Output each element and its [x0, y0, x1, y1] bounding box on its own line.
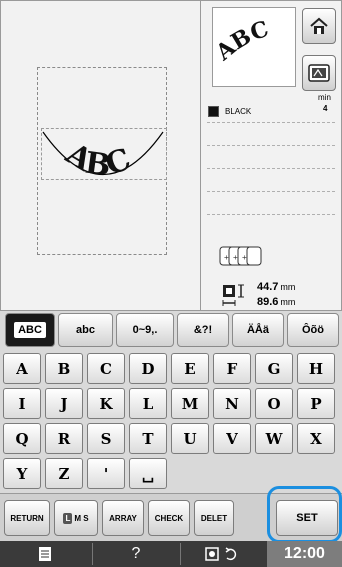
tab-uppercase[interactable]: ABC — [5, 313, 55, 347]
design-size-icon — [222, 284, 244, 306]
key-u[interactable]: U — [171, 423, 209, 454]
key-b[interactable]: B — [45, 353, 83, 384]
lms-size-button[interactable]: LM S — [54, 500, 98, 536]
key-d[interactable]: D — [129, 353, 167, 384]
design-width: 89.6 mm — [257, 296, 296, 308]
key-c[interactable]: C — [87, 353, 125, 384]
thread-color-row: BLACK — [207, 104, 342, 120]
svg-text:ABC: ABC — [59, 136, 135, 184]
key-s[interactable]: S — [87, 423, 125, 454]
clock: 12:00 — [267, 541, 342, 567]
lms-size-selected: L — [63, 512, 73, 524]
home-button[interactable] — [302, 8, 336, 44]
key-a[interactable]: A — [3, 353, 41, 384]
key-n[interactable]: N — [213, 388, 251, 419]
delete-button[interactable]: DELET — [194, 500, 234, 536]
lms-size-label: M S — [74, 513, 89, 523]
document-icon — [39, 547, 51, 561]
svg-text:+: + — [242, 253, 247, 262]
divider — [207, 145, 335, 146]
key-f[interactable]: F — [213, 353, 251, 384]
home-icon — [310, 17, 328, 34]
divider — [180, 543, 181, 565]
key-g[interactable]: G — [255, 353, 293, 384]
set-button-highlight — [267, 486, 342, 543]
arc-text-design: ABC — [42, 131, 164, 184]
key-t[interactable]: T — [129, 423, 167, 454]
key-q[interactable]: Q — [3, 423, 41, 454]
svg-text:+: + — [233, 253, 238, 262]
key-r[interactable]: R — [45, 423, 83, 454]
check-button[interactable]: CHECK — [148, 500, 190, 536]
svg-text:+: + — [224, 253, 229, 262]
key-e[interactable]: E — [171, 353, 209, 384]
divider — [207, 122, 335, 123]
thread-sequence-icon: + + + — [219, 246, 262, 266]
svg-text:ABC: ABC — [217, 18, 272, 66]
design-height: 44.7 mm — [257, 281, 296, 293]
thumbnail-text: ABC — [217, 18, 272, 66]
key-j[interactable]: J — [45, 388, 83, 419]
tab-numbers[interactable]: 0~9,. — [116, 313, 174, 347]
help-button[interactable]: ? — [94, 541, 178, 567]
tab-accented-a[interactable]: ÄÅä — [232, 313, 284, 347]
hoop-button[interactable] — [302, 55, 336, 91]
key-x[interactable]: X — [297, 423, 335, 454]
settings-button[interactable] — [182, 541, 266, 567]
array-button[interactable]: ARRAY — [102, 500, 144, 536]
machine-settings-icon — [205, 547, 237, 561]
key-space[interactable]: ␣ — [129, 458, 167, 489]
key-k[interactable]: K — [87, 388, 125, 419]
thread-color-name: BLACK — [225, 107, 252, 116]
return-button[interactable]: RETURN — [4, 500, 50, 536]
key-apostrophe[interactable]: ' — [87, 458, 125, 489]
divider — [207, 168, 335, 169]
arc-text-label: ABC — [59, 136, 135, 184]
key-w[interactable]: W — [255, 423, 293, 454]
document-button[interactable] — [0, 541, 90, 567]
tab-accented-o[interactable]: Ôõö — [287, 313, 339, 347]
divider — [92, 543, 93, 565]
key-p[interactable]: P — [297, 388, 335, 419]
time-label: min — [318, 93, 331, 102]
thread-color-swatch — [208, 106, 219, 117]
key-z[interactable]: Z — [45, 458, 83, 489]
divider — [207, 191, 335, 192]
key-l[interactable]: L — [129, 388, 167, 419]
key-o[interactable]: O — [255, 388, 293, 419]
tab-lowercase[interactable]: abc — [58, 313, 113, 347]
embroidery-hoop-icon — [308, 64, 330, 82]
thumbnail-text-label: ABC — [217, 18, 272, 66]
key-y[interactable]: Y — [3, 458, 41, 489]
divider — [207, 214, 335, 215]
key-v[interactable]: V — [213, 423, 251, 454]
key-i[interactable]: I — [3, 388, 41, 419]
tab-symbols[interactable]: &?! — [177, 313, 229, 347]
key-h[interactable]: H — [297, 353, 335, 384]
key-m[interactable]: M — [171, 388, 209, 419]
